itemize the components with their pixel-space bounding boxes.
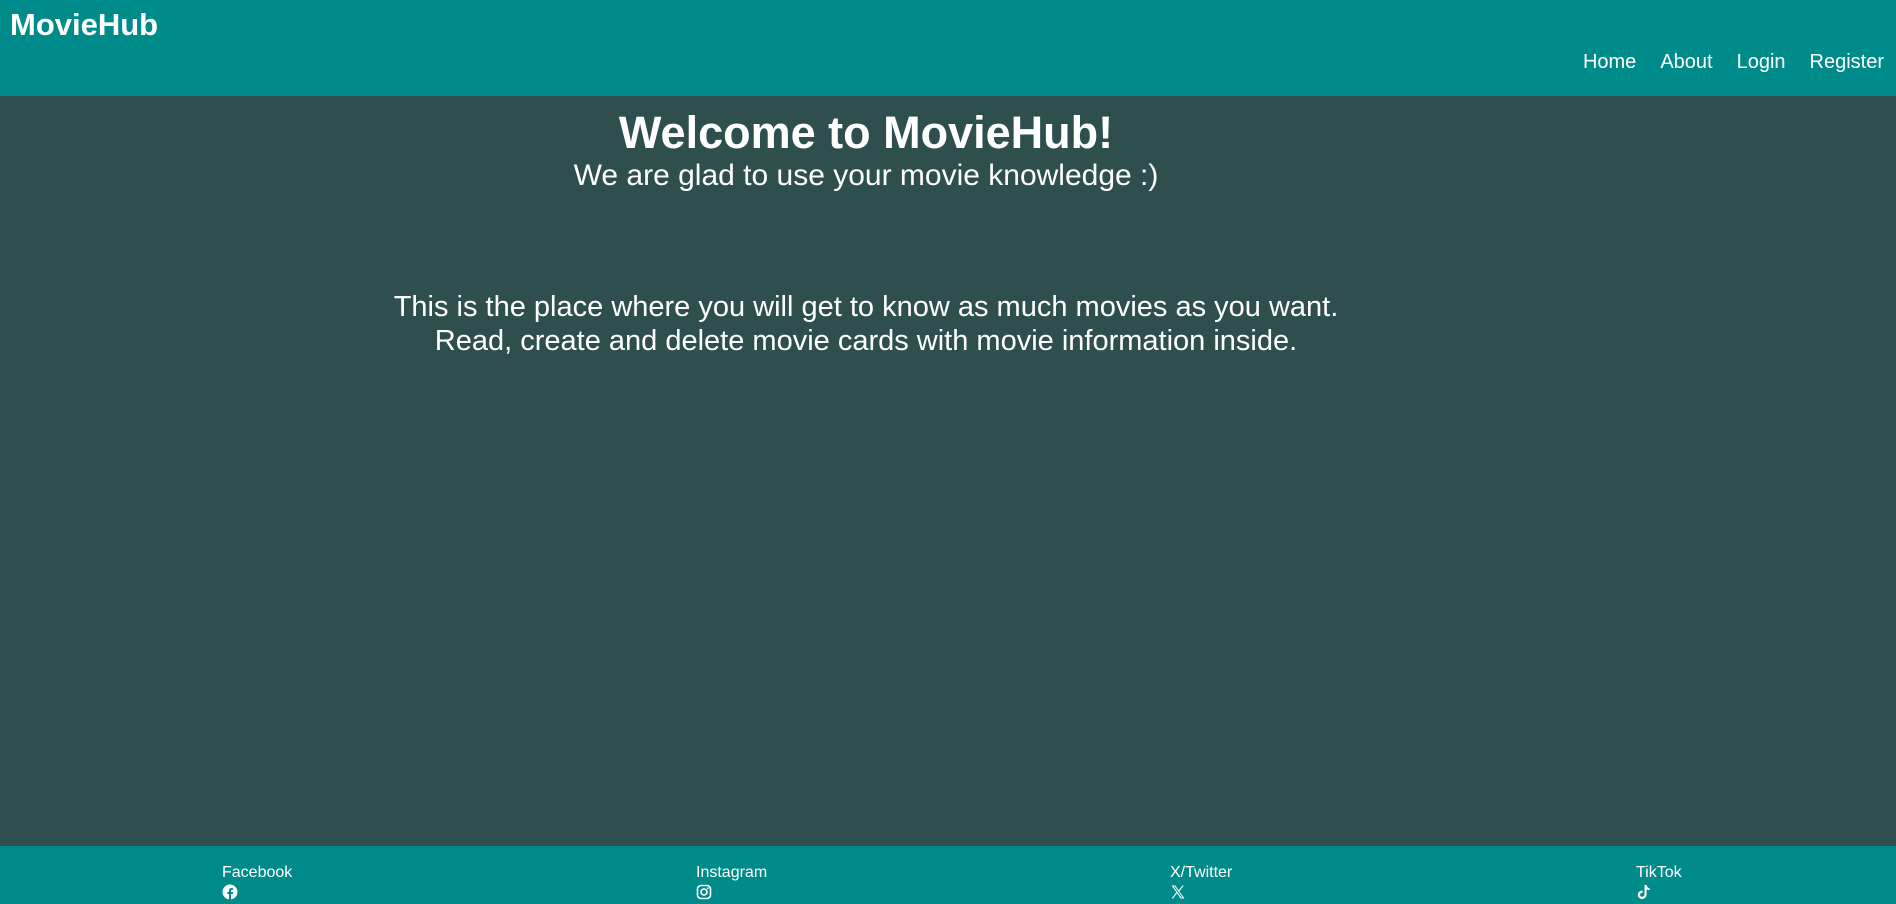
welcome-section: Welcome to MovieHub! We are glad to use … (0, 108, 1732, 194)
page-title: Welcome to MovieHub! (618, 107, 1114, 158)
page-subtitle: We are glad to use your movie knowledge … (573, 158, 1159, 192)
brand-logo-text[interactable]: MovieHub (10, 6, 158, 43)
nav-login-link[interactable]: Login (1737, 50, 1786, 74)
twitter-label: X/Twitter (1170, 864, 1233, 881)
instagram-icon (696, 884, 712, 899)
description-line: This is the place where you will get to … (393, 291, 1339, 323)
nav-about-link[interactable]: About (1660, 50, 1712, 74)
x-icon (1171, 885, 1185, 899)
header: MovieHub Home About Login Register (0, 0, 1896, 96)
nav-home-link[interactable]: Home (1583, 50, 1636, 74)
main-content: Welcome to MovieHub! We are glad to use … (0, 96, 1896, 846)
footer-instagram-link[interactable]: Instagram (696, 864, 767, 900)
footer-tiktok-link[interactable]: TikTok (1636, 864, 1682, 900)
footer-facebook-link[interactable]: Facebook (222, 864, 292, 900)
instagram-label: Instagram (696, 864, 768, 881)
footer-twitter-link[interactable]: X/Twitter (1170, 864, 1232, 900)
nav-register-link[interactable]: Register (1810, 50, 1884, 74)
description-section: This is the place where you will get to … (0, 290, 1732, 358)
facebook-icon (222, 884, 238, 900)
tiktok-icon (1637, 884, 1650, 899)
main-nav: Home About Login Register (1583, 50, 1884, 74)
footer: Facebook Instagram X/Twitter TikTok (0, 846, 1896, 904)
tiktok-label: TikTok (1636, 864, 1682, 881)
facebook-label: Facebook (222, 864, 293, 881)
description-line: Read, create and delete movie cards with… (434, 325, 1298, 357)
